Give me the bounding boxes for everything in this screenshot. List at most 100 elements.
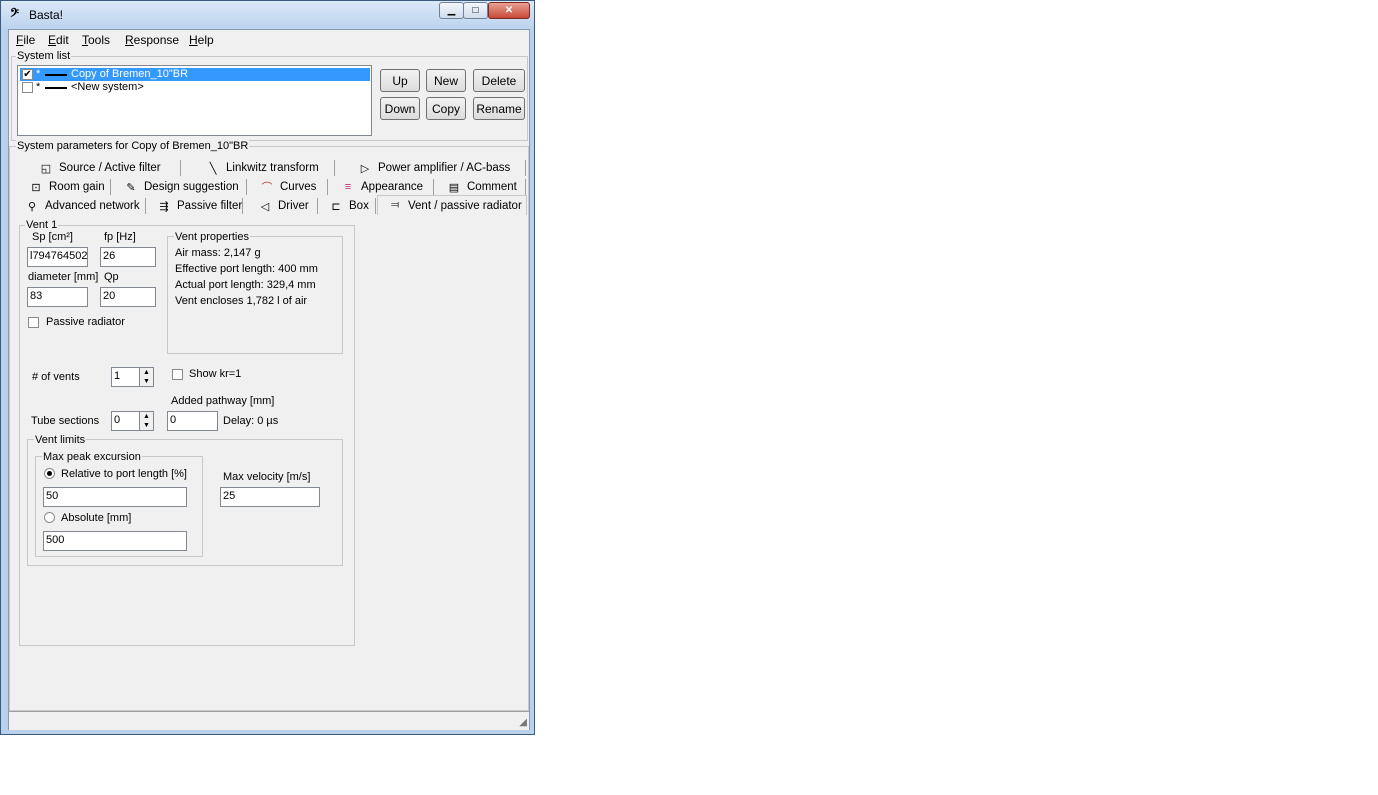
comment-icon: ▤ <box>448 181 460 194</box>
delete-button[interactable]: Delete <box>473 69 525 92</box>
menu-bar: File Edit Tools Response Help <box>9 30 529 49</box>
client-area: File Edit Tools Response Help System lis… <box>8 29 530 730</box>
tab-power-amplifier[interactable]: ▷ Power amplifier / AC-bass <box>336 159 526 177</box>
new-button[interactable]: New <box>426 69 466 92</box>
relative-radio[interactable] <box>44 468 55 479</box>
tab-label: Driver <box>278 200 309 212</box>
tab-design-suggestion[interactable]: ✎ Design suggestion <box>112 178 247 196</box>
status-bar: ◢ <box>9 711 529 730</box>
spin-up-icon[interactable]: ▲ <box>140 368 153 377</box>
absolute-radio[interactable] <box>44 512 55 523</box>
resize-grip-icon[interactable]: ◢ <box>519 717 527 728</box>
room-gain-icon: ⊡ <box>31 181 41 194</box>
system-listbox[interactable]: ✔ * Copy of Bremen_10"BR * <New system> <box>17 65 372 136</box>
added-pathway-field[interactable]: 0 <box>167 411 218 431</box>
curves-icon: ⌒ <box>261 182 273 194</box>
tab-appearance[interactable]: ≡ Appearance <box>329 178 434 196</box>
title-bar[interactable]: 𝄢 Basta! ▁ □ ✕ <box>1 1 534 29</box>
spin-down-icon[interactable]: ▼ <box>140 377 153 386</box>
diameter-label: diameter [mm] <box>28 271 99 283</box>
sp-label: Sp [cm²] <box>32 231 73 243</box>
tab-label: Design suggestion <box>144 181 239 193</box>
system-list-label: System list <box>16 50 72 62</box>
tab-driver[interactable]: ◁ Driver <box>244 197 318 215</box>
tab-advanced-network[interactable]: ⚲ Advanced network <box>17 197 146 215</box>
qp-label: Qp <box>104 271 119 283</box>
up-button[interactable]: Up <box>380 69 420 92</box>
tab-linkwitz-transform[interactable]: ╲ Linkwitz transform <box>182 159 335 177</box>
menu-edit[interactable]: Edit <box>48 33 69 47</box>
maximize-button[interactable]: □ <box>463 2 488 19</box>
tab-label: Appearance <box>361 181 424 193</box>
system-params-label: System parameters for Copy of Bremen_10"… <box>16 140 250 152</box>
minimize-button[interactable]: ▁ <box>439 2 464 19</box>
num-vents-spinner[interactable]: ▲ ▼ <box>139 367 154 387</box>
tab-box[interactable]: ⊏ Box <box>319 197 376 215</box>
menu-tools[interactable]: Tools <box>82 33 110 47</box>
maximize-icon: □ <box>472 5 479 16</box>
show-kr-checkbox[interactable] <box>172 369 183 380</box>
tab-curves[interactable]: ⌒ Curves <box>248 178 328 196</box>
relative-label: Relative to port length [%] <box>61 468 187 480</box>
qp-field[interactable]: 20 <box>100 287 156 307</box>
list-item-marker: * <box>36 81 41 93</box>
linkwitz-icon: ╲ <box>209 162 217 175</box>
list-item[interactable]: * <New system> <box>20 81 370 94</box>
tab-label: Power amplifier / AC-bass <box>378 162 511 174</box>
spin-up-icon[interactable]: ▲ <box>140 412 153 421</box>
list-item-name: Copy of Bremen_10"BR <box>71 68 189 80</box>
show-kr-label: Show kr=1 <box>189 368 242 380</box>
tab-label: Box <box>349 200 369 212</box>
max-velocity-label: Max velocity [m/s] <box>223 471 311 483</box>
absolute-field[interactable]: 500 <box>43 531 187 551</box>
system-checkbox[interactable]: ✔ <box>22 69 33 80</box>
tab-label: Passive filter <box>177 200 243 212</box>
tab-label: Source / Active filter <box>59 162 161 174</box>
tab-label: Room gain <box>49 181 105 193</box>
spin-down-icon[interactable]: ▼ <box>140 421 153 430</box>
sp-field[interactable]: l794764502 <box>27 247 88 267</box>
fp-field[interactable]: 26 <box>100 247 156 267</box>
tab-source-active-filter[interactable]: ◱ Source / Active filter <box>17 159 181 177</box>
relative-field[interactable]: 50 <box>43 487 187 507</box>
num-vents-label: # of vents <box>32 371 80 383</box>
encloses-text: Vent encloses 1,782 l of air <box>175 295 308 307</box>
passive-radiator-checkbox[interactable] <box>28 317 39 328</box>
list-item[interactable]: ✔ * Copy of Bremen_10"BR <box>20 68 370 81</box>
close-button[interactable]: ✕ <box>488 2 530 19</box>
max-velocity-field[interactable]: 25 <box>220 487 320 507</box>
delay-text: Delay: 0 µs <box>223 415 279 427</box>
close-icon: ✕ <box>504 5 514 16</box>
bass-clef-icon: 𝄢 <box>10 6 20 22</box>
tube-sections-label: Tube sections <box>31 415 100 427</box>
vent-properties-label: Vent properties <box>174 231 250 243</box>
passive-radiator-label: Passive radiator <box>46 316 125 328</box>
system-checkbox[interactable] <box>22 82 33 93</box>
tab-label: Linkwitz transform <box>226 162 319 174</box>
down-button[interactable]: Down <box>380 97 420 120</box>
tab-passive-filter[interactable]: ⇶ Passive filter <box>147 197 243 215</box>
menu-help[interactable]: Help <box>189 33 214 47</box>
num-vents-field[interactable]: 1 <box>111 367 141 387</box>
passive-filter-icon: ⇶ <box>159 200 169 213</box>
menu-response[interactable]: Response <box>125 33 179 47</box>
copy-button[interactable]: Copy <box>426 97 466 120</box>
vent-icon: ⫤ <box>390 199 400 211</box>
line-style-icon <box>45 74 67 76</box>
amplifier-icon: ▷ <box>360 162 370 175</box>
diameter-field[interactable]: 83 <box>27 287 88 307</box>
tube-sections-spinner[interactable]: ▲ ▼ <box>139 411 154 431</box>
source-filter-icon: ◱ <box>40 162 52 175</box>
network-icon: ⚲ <box>27 200 37 213</box>
window-title: Basta! <box>29 8 64 22</box>
menu-file[interactable]: File <box>16 33 35 47</box>
tab-comment[interactable]: ▤ Comment <box>435 178 526 196</box>
pencil-icon: ✎ <box>126 181 136 194</box>
speaker-icon: ◁ <box>260 200 270 213</box>
tube-sections-field[interactable]: 0 <box>111 411 141 431</box>
tab-room-gain[interactable]: ⊡ Room gain <box>17 178 111 196</box>
vent-1-label: Vent 1 <box>25 219 59 231</box>
rename-button[interactable]: Rename <box>473 97 525 120</box>
max-excursion-label: Max peak excursion <box>42 451 142 463</box>
tab-vent-passive-radiator[interactable]: ⫤ Vent / passive radiator <box>377 195 527 215</box>
